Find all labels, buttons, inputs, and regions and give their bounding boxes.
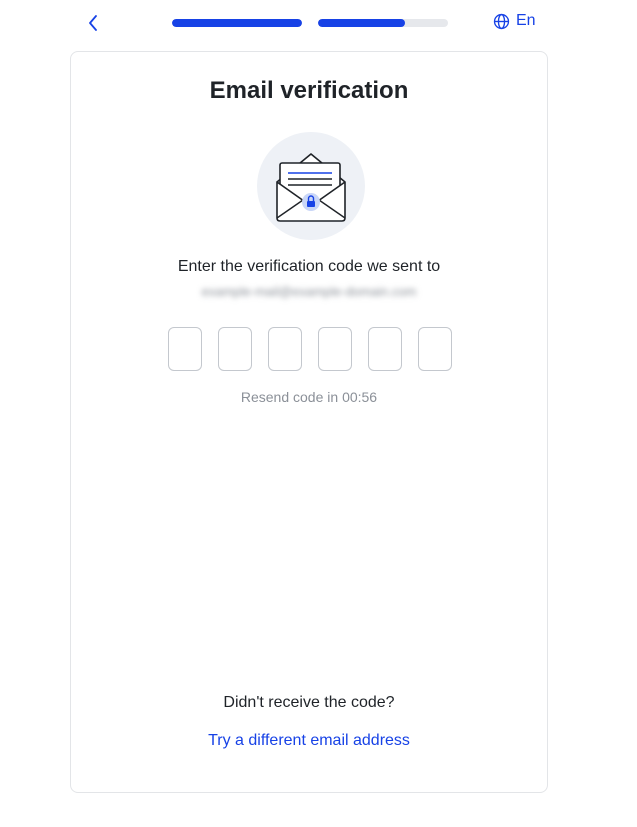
- progress-step-2: [318, 19, 448, 27]
- language-selector[interactable]: En: [493, 12, 536, 30]
- page-title: Email verification: [209, 77, 409, 104]
- back-button[interactable]: [82, 11, 104, 35]
- page: En Email verification Enter the verifica…: [0, 0, 637, 827]
- resend-label: Resend code in: [240, 389, 339, 405]
- progress-fill: [172, 19, 302, 27]
- envelope-lock-icon: [257, 132, 365, 240]
- code-input-group: [168, 327, 452, 371]
- masked-email: example-mail@example-domain.com: [201, 284, 417, 299]
- instruction-text: Enter the verification code we sent to: [177, 258, 441, 275]
- language-label: En: [516, 12, 536, 29]
- resend-timer: 00:56: [342, 389, 378, 405]
- chevron-left-icon: [89, 15, 97, 31]
- try-different-email-link[interactable]: Try a different email address: [71, 732, 547, 750]
- verification-card: Email verification Enter the verificatio…: [70, 51, 548, 793]
- globe-icon: [493, 13, 510, 29]
- progress-step-1: [172, 19, 302, 27]
- code-digit-2[interactable]: [218, 327, 252, 371]
- didnt-receive-text: Didn't receive the code?: [223, 694, 395, 711]
- code-digit-3[interactable]: [268, 327, 302, 371]
- code-digit-5[interactable]: [368, 327, 402, 371]
- code-digit-4[interactable]: [318, 327, 352, 371]
- code-digit-1[interactable]: [168, 327, 202, 371]
- code-digit-6[interactable]: [418, 327, 452, 371]
- progress-fill: [318, 19, 406, 27]
- resend-countdown: Resend code in 00:56: [71, 389, 547, 405]
